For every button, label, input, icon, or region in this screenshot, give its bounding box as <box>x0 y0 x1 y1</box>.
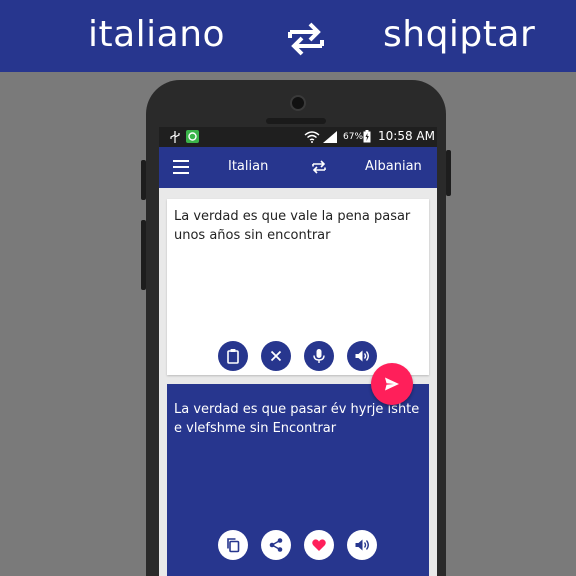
clear-icon <box>270 350 282 362</box>
send-icon <box>385 377 399 391</box>
battery-percent: 67% <box>343 132 364 142</box>
status-bar: 67% 10:58 AM <box>159 127 437 147</box>
signal-icon <box>323 131 337 143</box>
phone-side-button <box>141 160 146 200</box>
target-language-selector[interactable]: Albanian <box>365 159 422 174</box>
camera <box>290 95 306 111</box>
voice-input-button[interactable] <box>304 341 334 371</box>
output-text: La verdad es que pasar év hyrje ishte e … <box>174 402 420 436</box>
battery-icon <box>363 130 371 143</box>
swap-languages-icon[interactable] <box>311 159 327 175</box>
app-notification-icon <box>186 130 199 143</box>
usb-icon <box>170 131 180 143</box>
speaker-icon <box>355 539 369 551</box>
translate-button[interactable] <box>371 363 413 405</box>
clear-button[interactable] <box>261 341 291 371</box>
swap-icon <box>288 22 324 56</box>
speak-output-button[interactable] <box>347 530 377 560</box>
heart-icon <box>312 539 326 551</box>
paste-button[interactable] <box>218 341 248 371</box>
favorite-button[interactable] <box>304 530 334 560</box>
status-time: 10:58 AM <box>378 129 435 143</box>
wifi-icon <box>304 131 320 143</box>
share-icon <box>269 538 283 552</box>
app-bar: Italian Albanian <box>159 147 437 188</box>
earpiece <box>266 118 326 124</box>
input-text[interactable]: La verdad es que vale la pena pasar unos… <box>174 207 424 245</box>
banner-source-language: italiano <box>88 14 226 55</box>
phone-side-button <box>446 150 451 196</box>
clipboard-icon <box>227 349 239 364</box>
phone-side-button <box>141 220 146 290</box>
banner-target-language: shqiptar <box>383 14 536 55</box>
speak-input-button[interactable] <box>347 341 377 371</box>
language-banner: italiano shqiptar <box>0 0 576 72</box>
menu-icon[interactable] <box>173 160 189 174</box>
share-button[interactable] <box>261 530 291 560</box>
source-language-selector[interactable]: Italian <box>228 159 268 174</box>
input-card: La verdad es que vale la pena pasar unos… <box>167 199 429 375</box>
copy-icon <box>227 538 240 553</box>
copy-button[interactable] <box>218 530 248 560</box>
app-screen: 67% 10:58 AM Italian Albanian La verdad … <box>159 127 437 576</box>
output-card: La verdad es que pasar év hyrje ishte e … <box>167 384 429 576</box>
microphone-icon <box>313 349 325 363</box>
speaker-icon <box>355 350 369 362</box>
